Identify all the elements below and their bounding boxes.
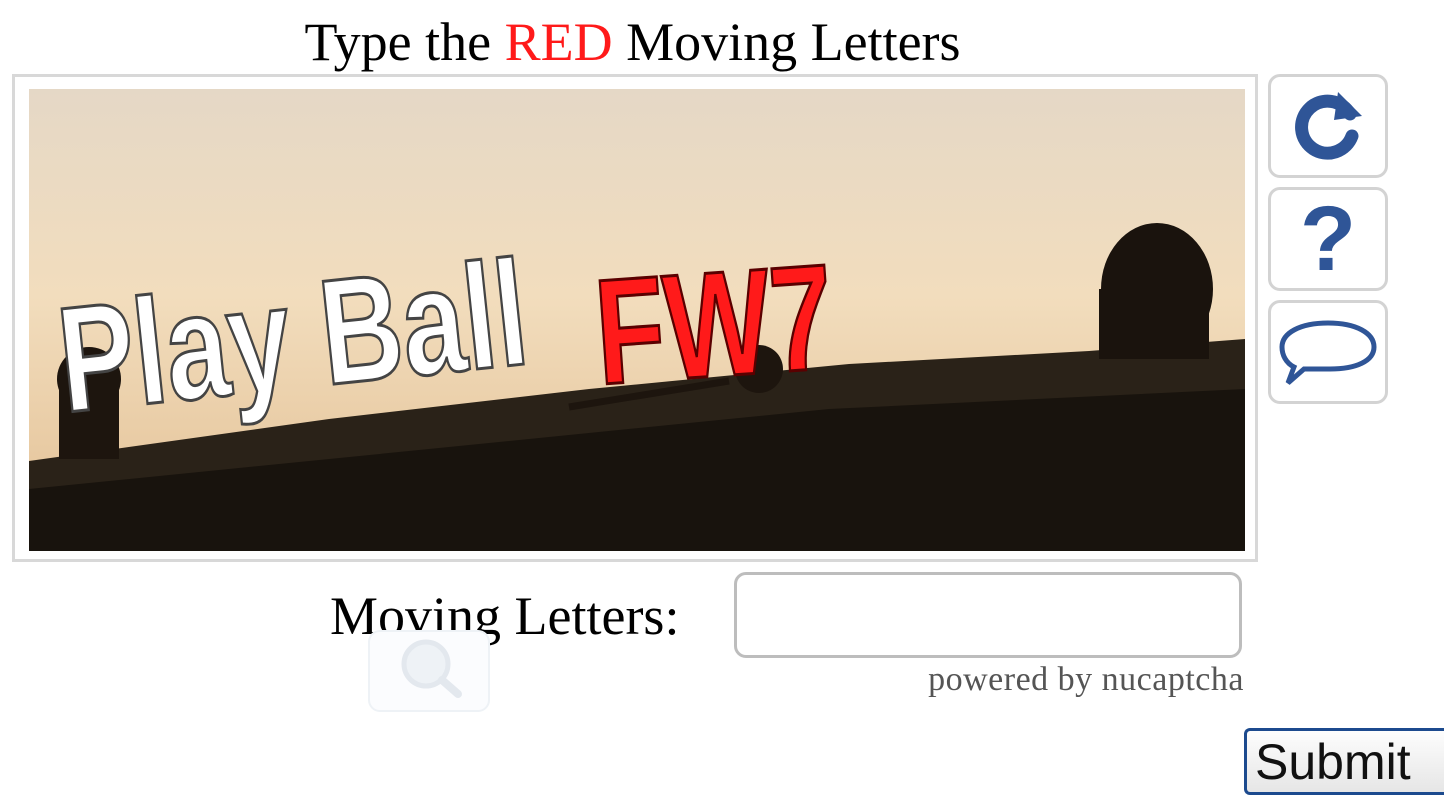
submit-button[interactable]: Submit <box>1244 728 1444 795</box>
captcha-moving-letters: FW7 <box>590 233 839 417</box>
instruction-highlight: RED <box>504 12 613 72</box>
refresh-button[interactable] <box>1268 74 1388 178</box>
help-button[interactable]: ? <box>1268 187 1388 291</box>
instruction-suffix: Moving Letters <box>612 12 961 72</box>
captcha-frame: Play Ball FW7 <box>12 74 1258 562</box>
captcha-scene: Play Ball FW7 <box>29 89 1245 551</box>
feedback-button[interactable] <box>1268 300 1388 404</box>
instruction-prefix: Type the <box>304 12 505 72</box>
captcha-instruction: Type the RED Moving Letters <box>0 10 1265 74</box>
speech-bubble-icon <box>1279 320 1377 385</box>
captcha-video: Play Ball FW7 <box>29 89 1245 551</box>
help-icon: ? <box>1299 188 1357 290</box>
magnifier-icon <box>368 630 490 712</box>
moving-letters-input[interactable] <box>734 572 1242 658</box>
powered-by-text: powered by nucaptcha <box>928 661 1244 698</box>
refresh-icon <box>1295 92 1362 160</box>
